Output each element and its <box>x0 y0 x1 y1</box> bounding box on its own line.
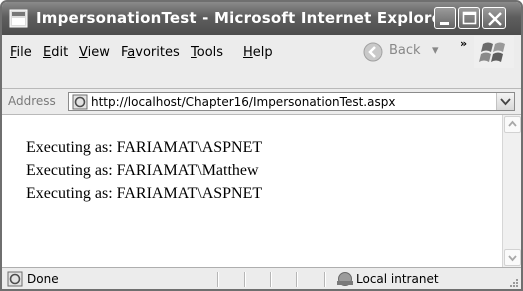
address-dropdown-button[interactable] <box>496 93 514 110</box>
status-text: Done <box>27 272 59 286</box>
menu-help[interactable]: Help <box>243 45 273 60</box>
menu-favorites[interactable]: Favorites <box>121 45 180 60</box>
window-title: ImpersonationTest - Microsoft Internet E… <box>36 9 450 27</box>
vertical-scrollbar[interactable] <box>502 115 521 267</box>
address-bar: Address <box>2 90 521 115</box>
status-divider <box>270 272 272 287</box>
menu-edit[interactable]: Edit <box>43 45 68 60</box>
page-done-icon <box>7 271 23 287</box>
menu-file[interactable]: File <box>10 45 32 60</box>
content-line-3: Executing as: FARIAMAT\ASPNET <box>26 185 263 202</box>
local-intranet-icon <box>337 272 353 286</box>
address-label: Address <box>8 94 56 108</box>
menu-view[interactable]: View <box>79 45 110 60</box>
minimize-button[interactable] <box>434 7 456 29</box>
page-content: Executing as: FARIAMAT\ASPNET Executing … <box>2 115 502 267</box>
content-line-1: Executing as: FARIAMAT\ASPNET <box>26 139 263 156</box>
scroll-up-button[interactable] <box>504 116 521 133</box>
browser-window: ImpersonationTest - Microsoft Internet E… <box>0 0 523 291</box>
address-box[interactable] <box>68 92 515 111</box>
chevron-down-icon[interactable]: ▾ <box>432 43 439 58</box>
maximize-icon <box>462 11 477 25</box>
chevron-down-icon <box>508 255 517 262</box>
zone-text: Local intranet <box>356 272 439 286</box>
status-divider <box>296 272 298 287</box>
resize-grip-icon[interactable] <box>507 276 519 288</box>
address-input[interactable] <box>91 94 491 109</box>
toolbar-overflow-chevron[interactable]: » <box>460 37 467 50</box>
close-button[interactable] <box>482 7 506 29</box>
page-icon <box>72 94 88 110</box>
close-icon <box>488 12 502 26</box>
chevron-up-icon <box>508 120 517 127</box>
status-bar: Done Local intranet <box>2 267 521 289</box>
chevron-down-icon <box>500 98 511 106</box>
menu-bar: File Edit View Favorites Tools Help Back… <box>2 35 521 89</box>
maximize-button[interactable] <box>458 7 480 29</box>
content-line-2: Executing as: FARIAMAT\Matthew <box>26 162 259 179</box>
menu-tools[interactable]: Tools <box>191 45 223 60</box>
title-bar[interactable]: ImpersonationTest - Microsoft Internet E… <box>2 2 521 35</box>
scroll-down-button[interactable] <box>504 249 521 266</box>
status-divider <box>217 272 219 287</box>
status-divider <box>244 272 246 287</box>
windows-flag-logo <box>474 36 514 68</box>
internet-explorer-icon <box>9 9 28 28</box>
status-divider <box>324 272 326 287</box>
back-label: Back <box>389 43 421 58</box>
minimize-icon <box>440 22 449 25</box>
back-arrow-icon <box>363 42 383 62</box>
